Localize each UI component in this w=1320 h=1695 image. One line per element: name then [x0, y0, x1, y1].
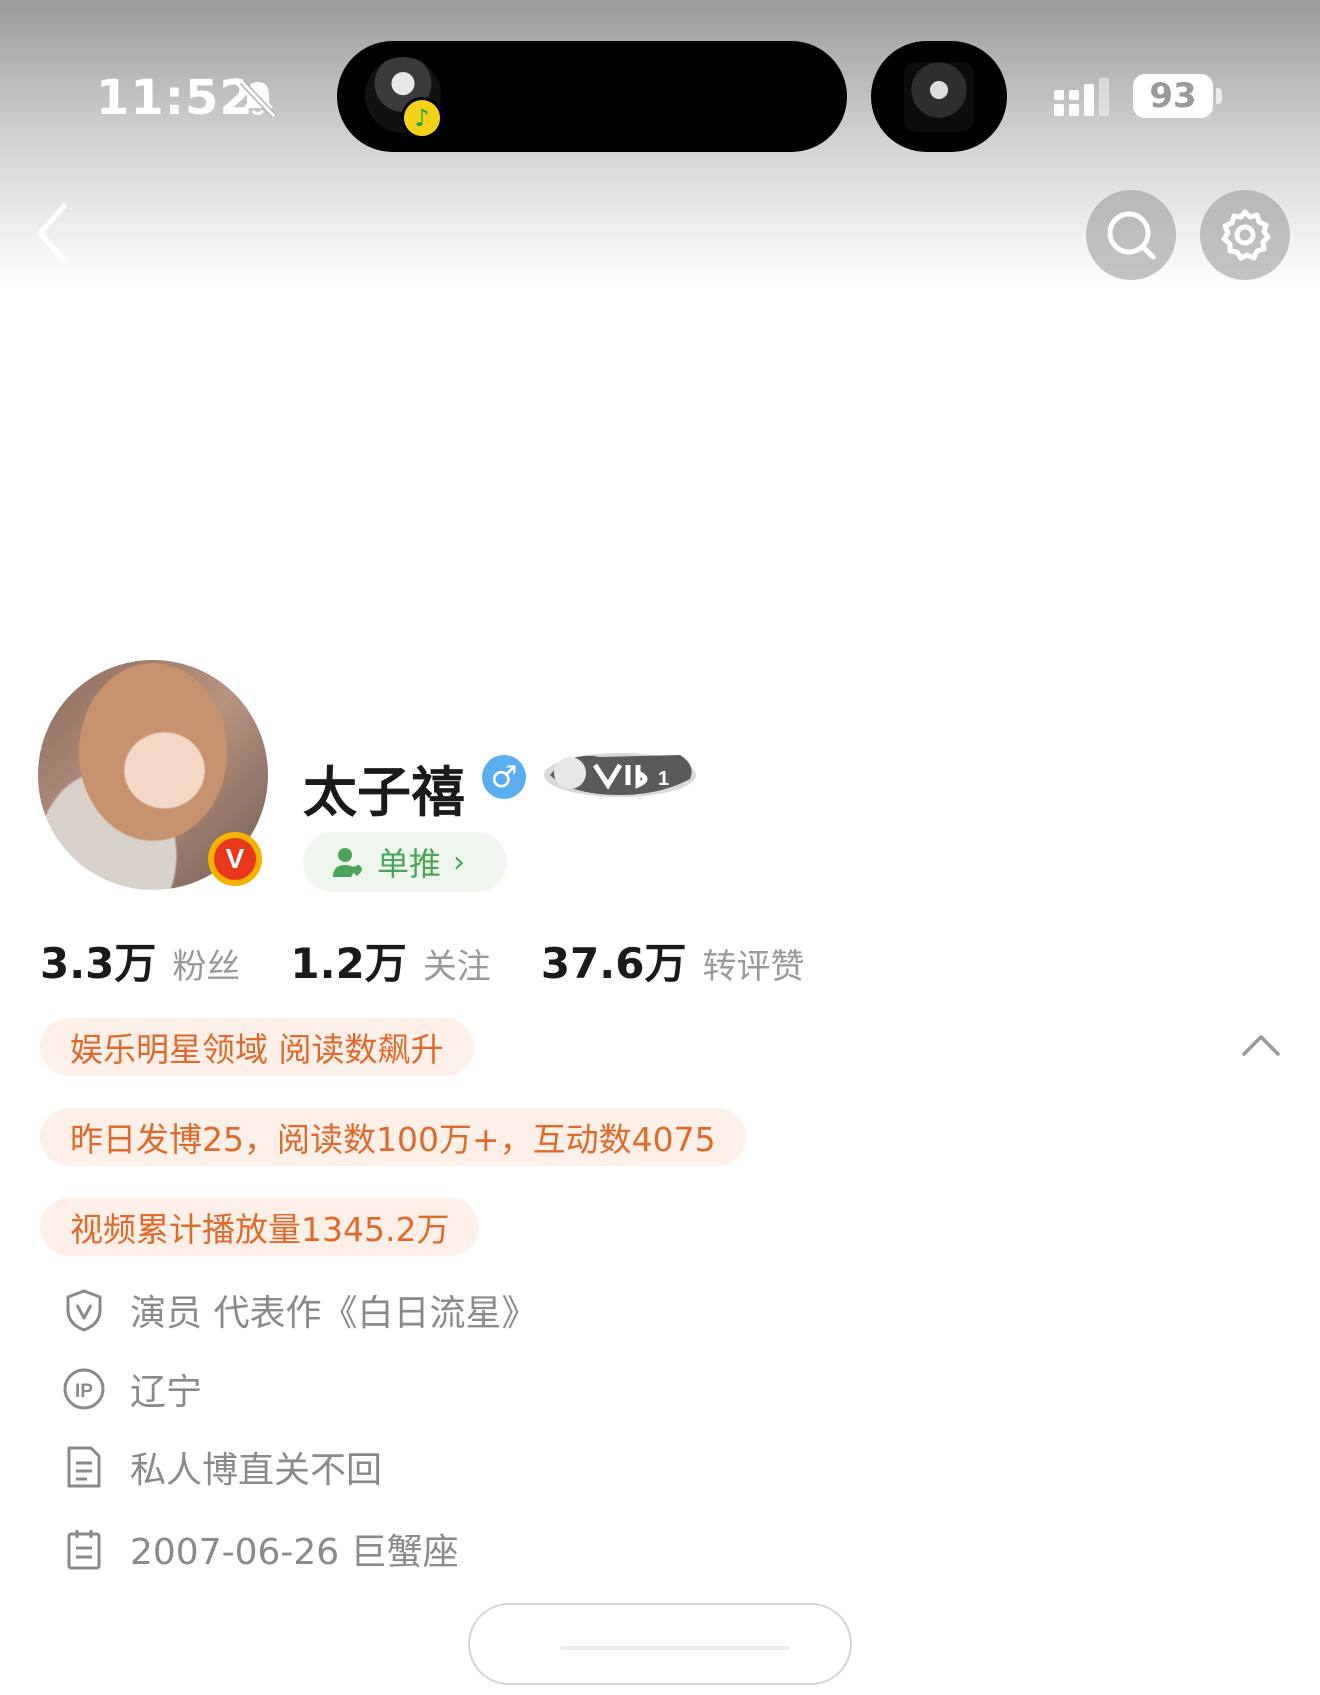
info-row-bio: 私人博直关不回 [62, 1442, 382, 1492]
verified-badge: V [208, 832, 262, 886]
settings-button[interactable] [1200, 190, 1290, 280]
stat-fans[interactable]: 3.3万 粉丝 [40, 930, 240, 991]
status-bar: 11:52 ♪ 93 [0, 0, 1320, 190]
info-text: 演员 代表作《白日流星》 [130, 1293, 538, 1334]
info-row-birthday: 2007-06-26 巨蟹座 [62, 1524, 459, 1574]
stat-value: 1.2万 [290, 939, 407, 988]
tag-reading-rise[interactable]: 娱乐明星领域 阅读数飙升 [40, 1018, 474, 1076]
stat-value: 37.6万 [540, 939, 687, 988]
single-push-button[interactable]: 单推 › [303, 832, 507, 892]
svg-text:IP: IP [75, 1381, 93, 1402]
back-icon[interactable] [30, 198, 80, 268]
profile-username: 太子禧 [303, 761, 465, 824]
chevron-up-icon[interactable] [1240, 1030, 1282, 1060]
stat-interactions[interactable]: 37.6万 转评赞 [541, 930, 805, 991]
bell-muted-icon [239, 79, 277, 119]
battery-icon: 93 [1133, 74, 1213, 118]
male-gender-icon: ♂ [482, 755, 526, 799]
settings-icon [1221, 209, 1271, 261]
tag-video-plays[interactable]: 视频累计播放量1345.2万 [40, 1198, 480, 1256]
single-push-label: 单推 [377, 845, 442, 883]
info-text: 辽宁 [130, 1372, 203, 1413]
ip-icon: IP [62, 1367, 106, 1411]
music-icon: ♪ [401, 97, 443, 139]
stats-row: 3.3万 粉丝 1.2万 关注 37.6万 转评赞 [40, 930, 854, 988]
bottom-action-pill[interactable] [468, 1603, 852, 1685]
svg-text:1: 1 [658, 768, 669, 790]
info-text: 2007-06-26 巨蟹座 [130, 1532, 459, 1573]
dynamic-island[interactable]: ♪ [337, 41, 847, 152]
chevron-right-icon: › [453, 844, 466, 880]
info-text: 私人博直关不回 [130, 1450, 383, 1491]
calendar-icon [62, 1527, 106, 1571]
dynamic-island-secondary[interactable] [871, 41, 1007, 152]
search-icon [1107, 211, 1156, 260]
stat-following[interactable]: 1.2万 关注 [290, 930, 490, 991]
battery-tip [1216, 88, 1222, 104]
verified-v-icon: V [214, 838, 256, 880]
stat-label: 转评赞 [702, 947, 805, 987]
stat-label: 关注 [422, 947, 491, 987]
status-time: 11:52 [96, 70, 254, 126]
stat-label: 粉丝 [172, 947, 241, 987]
user-heart-icon [333, 848, 362, 877]
info-row-ip: IP 辽宁 [62, 1364, 202, 1414]
app-avatar [904, 62, 974, 132]
shield-v-icon [62, 1288, 106, 1332]
stat-value: 3.3万 [40, 939, 157, 988]
vip-badge-icon[interactable]: 1 [540, 745, 700, 803]
tag-yesterday-stats[interactable]: 昨日发博25，阅读数100万+，互动数4075 [40, 1108, 746, 1166]
document-icon [62, 1445, 106, 1489]
bottom-pill-placeholder [560, 1646, 790, 1650]
search-button[interactable] [1086, 190, 1176, 280]
info-row-occupation: 演员 代表作《白日流星》 [62, 1285, 537, 1335]
signal-icon [1054, 78, 1109, 116]
